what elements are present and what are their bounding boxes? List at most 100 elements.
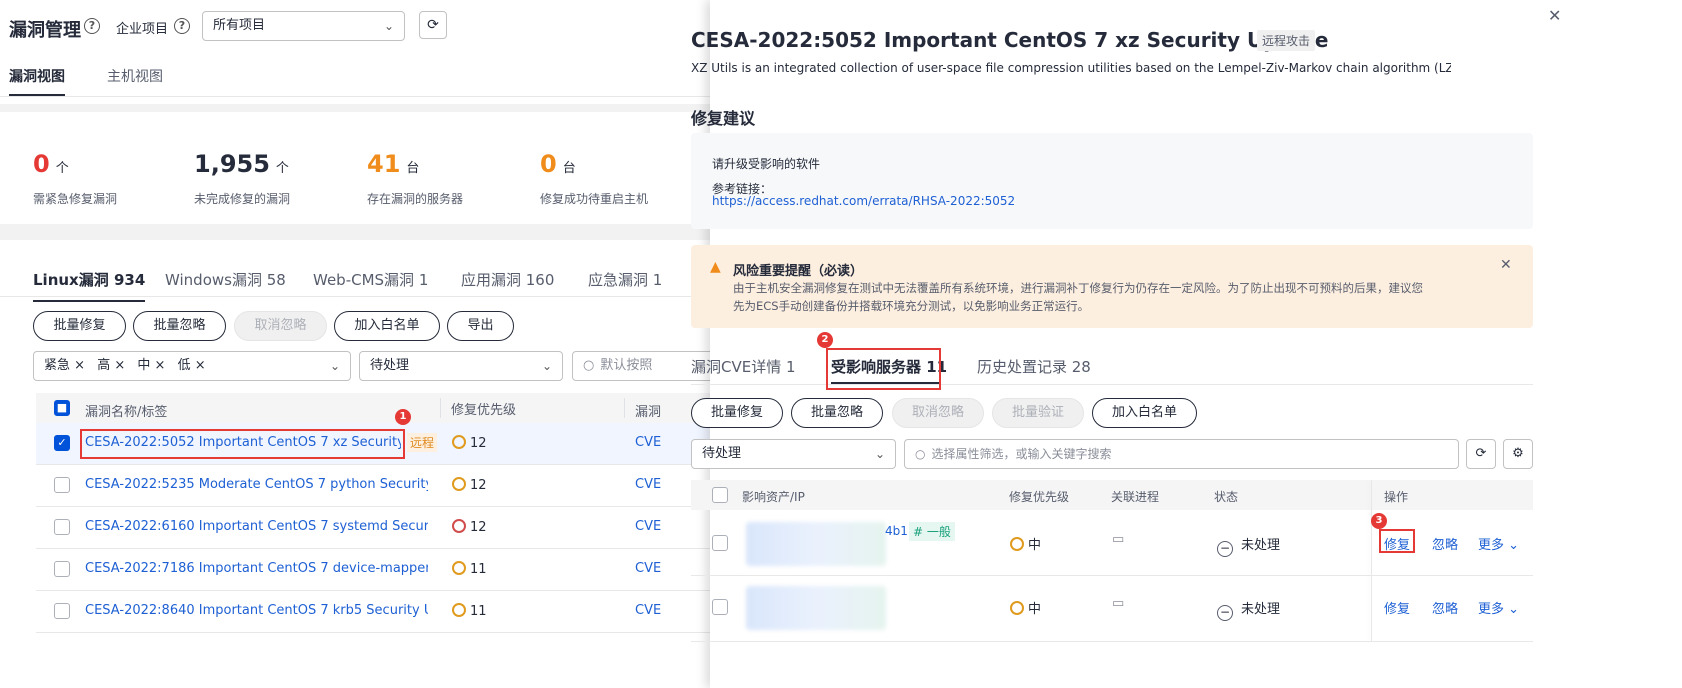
chevron-down-icon: ⌄	[329, 359, 340, 373]
search-icon: ○	[915, 447, 926, 461]
stat-urgent: 0个 需紧急修复漏洞	[33, 150, 118, 206]
tab-cve-details[interactable]: 漏洞CVE详情 1	[691, 356, 796, 377]
status-filter[interactable]: 待处理 ⌄	[359, 351, 563, 381]
tab-host-view[interactable]: 主机视图	[107, 66, 163, 86]
ignore-link[interactable]: 忽略	[1432, 598, 1458, 617]
status-cell: − 未处理	[1217, 598, 1280, 621]
table-row[interactable]: CESA-2022:5235 Moderate CentOS 7 python …	[36, 465, 710, 507]
priority-icon	[1010, 537, 1024, 551]
more-link[interactable]: 更多 ⌄	[1478, 598, 1519, 617]
col-asset: 影响资产/IP	[742, 490, 805, 504]
divider	[0, 296, 710, 297]
settings-icon[interactable]: ⚙	[1503, 439, 1533, 469]
cve-link[interactable]: CVE	[635, 603, 661, 618]
sticky-column-divider	[1371, 480, 1372, 642]
chevron-down-icon: ⌄	[383, 19, 394, 33]
row-checkbox[interactable]	[54, 477, 70, 493]
priority-cell: 12	[452, 477, 487, 493]
table-row[interactable]: CESA-2022:7186 Important CentOS 7 device…	[36, 549, 710, 591]
chevron-down-icon: ⌄	[541, 359, 552, 373]
refresh-icon[interactable]: ⟳	[419, 11, 447, 39]
alert-line-1: 由于主机安全漏洞修复在测试中无法覆盖所有系统环境，进行漏洞补丁修复行为仍存在一定…	[733, 281, 1423, 295]
drawer-status-select[interactable]: 待处理 ⌄	[691, 439, 896, 469]
select-all-checkbox[interactable]: ■	[54, 400, 70, 416]
row-checkbox[interactable]: ✓	[54, 435, 70, 451]
fix-link[interactable]: 修复	[1384, 598, 1410, 617]
fix-text: 请升级受影响的软件	[712, 157, 821, 171]
export-button[interactable]: 导出	[447, 311, 514, 341]
drawer-select-all-checkbox[interactable]	[712, 487, 728, 503]
row-checkbox[interactable]	[712, 599, 728, 615]
col-priority: 修复优先级	[1009, 490, 1070, 504]
row-checkbox[interactable]	[54, 519, 70, 535]
table-row[interactable]: 中 ▭ − 未处理 修复 忽略 更多 ⌄	[691, 576, 1533, 642]
ignore-link[interactable]: 忽略	[1432, 534, 1458, 553]
cve-link[interactable]: CVE	[635, 561, 661, 576]
tag-low: 低 ×	[177, 358, 206, 373]
drawer-batch-ignore-button[interactable]: 批量忽略	[791, 398, 883, 428]
row-checkbox[interactable]	[712, 535, 728, 551]
table-row[interactable]: CESA-2022:8640 Important CentOS 7 krb5 S…	[36, 591, 710, 633]
tab-linux[interactable]: Linux漏洞 934	[33, 269, 146, 302]
tab-webcms[interactable]: Web-CMS漏洞 1	[313, 269, 428, 290]
more-link[interactable]: 更多 ⌄	[1478, 534, 1519, 553]
help-icon[interactable]: ?	[174, 18, 190, 34]
drawer-batch-verify-button[interactable]: 批量验证	[992, 398, 1084, 428]
tab-history[interactable]: 历史处置记录 28	[977, 356, 1091, 377]
cve-link[interactable]: CVE	[635, 519, 661, 534]
row-checkbox[interactable]	[54, 603, 70, 619]
col-process: 关联进程	[1111, 490, 1160, 504]
help-icon[interactable]: ?	[84, 18, 100, 34]
step-marker: 2	[817, 332, 833, 348]
ref-link[interactable]: https://access.redhat.com/errata/RHSA-20…	[712, 194, 1015, 208]
asset-id[interactable]: 4b1	[885, 524, 908, 538]
search-input[interactable]: ○ 默认按照	[572, 351, 710, 381]
refresh-icon[interactable]: ⟳	[1466, 439, 1496, 469]
priority-cell: 中	[1010, 598, 1041, 617]
vuln-name-link[interactable]: CESA-2022:6160 Important CentOS 7 system…	[85, 519, 428, 534]
tag-medium: 中 ×	[137, 358, 166, 373]
priority-cell: 11	[452, 603, 487, 619]
enterprise-project-label: 企业项目	[116, 22, 169, 37]
asset-ip-redacted	[746, 522, 886, 566]
severity-filter[interactable]: 紧急 × 高 × 中 × 低 × ⌄	[33, 351, 351, 381]
process-icon[interactable]: ▭	[1112, 532, 1124, 547]
tab-emergency[interactable]: 应急漏洞 1	[588, 269, 662, 290]
remote-tag: 远程	[407, 433, 438, 452]
tab-vuln-view[interactable]: 漏洞视图	[9, 66, 65, 96]
cancel-ignore-button[interactable]: 取消忽略	[234, 311, 327, 341]
priority-icon	[1010, 601, 1024, 615]
cve-link[interactable]: CVE	[635, 435, 661, 450]
attack-tag: 远程攻击	[1257, 30, 1316, 51]
drawer-batch-fix-button[interactable]: 批量修复	[691, 398, 783, 428]
alert-close-icon[interactable]: ✕	[1500, 257, 1512, 273]
drawer-search-input[interactable]: ○ 选择属性筛选，或输入关键字搜索	[904, 439, 1459, 469]
vuln-name-link[interactable]: CESA-2022:7186 Important CentOS 7 device…	[85, 561, 428, 576]
batch-ignore-button[interactable]: 批量忽略	[133, 311, 226, 341]
priority-cell: 11	[452, 561, 487, 577]
process-icon[interactable]: ▭	[1112, 596, 1124, 611]
project-select[interactable]: 所有项目 ⌄	[202, 11, 405, 41]
status-icon: −	[1217, 541, 1233, 557]
tag-urgent: 紧急 ×	[44, 358, 86, 373]
priority-cell: 12	[452, 435, 487, 451]
col-status: 状态	[1214, 490, 1239, 504]
table-row[interactable]: CESA-2022:6160 Important CentOS 7 system…	[36, 507, 710, 549]
vuln-name-link[interactable]: CESA-2022:5235 Moderate CentOS 7 python …	[85, 477, 428, 492]
batch-fix-button[interactable]: 批量修复	[33, 311, 126, 341]
drawer-cancel-ignore-button[interactable]: 取消忽略	[892, 398, 984, 428]
close-icon[interactable]: ✕	[1548, 6, 1561, 25]
tab-app[interactable]: 应用漏洞 160	[461, 269, 554, 290]
drawer-add-whitelist-button[interactable]: 加入白名单	[1092, 398, 1197, 428]
page-title: 漏洞管理	[9, 20, 81, 41]
col-priority: 修复优先级	[451, 403, 517, 418]
vuln-name-link[interactable]: CESA-2022:8640 Important CentOS 7 krb5 S…	[85, 603, 428, 618]
tab-windows[interactable]: Windows漏洞 58	[165, 269, 286, 290]
asset-tag: # 一般	[909, 522, 955, 541]
cve-link[interactable]: CVE	[635, 477, 661, 492]
add-whitelist-button[interactable]: 加入白名单	[334, 311, 440, 341]
priority-icon	[452, 519, 466, 533]
priority-cell: 中	[1010, 534, 1041, 553]
priority-icon	[452, 477, 466, 491]
row-checkbox[interactable]	[54, 561, 70, 577]
